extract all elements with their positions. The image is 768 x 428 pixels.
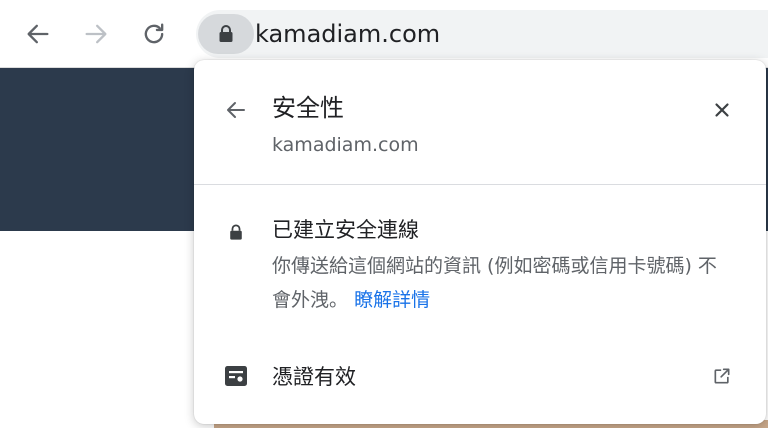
external-link-icon: [710, 364, 734, 388]
browser-toolbar: kamadiam.com: [0, 0, 768, 68]
lock-icon: [219, 25, 233, 42]
certificate-valid-label: 憑證有效: [272, 365, 356, 389]
url-text[interactable]: kamadiam.com: [255, 19, 440, 49]
site-info-button[interactable]: [198, 14, 254, 54]
popup-site-domain: kamadiam.com: [272, 134, 419, 156]
close-icon: [715, 103, 729, 117]
reload-button[interactable]: [138, 18, 170, 50]
secure-connection-description: 你傳送給這個網站的資訊 (例如密碼或信用卡號碼) 不會外洩。 瞭解詳情: [272, 249, 732, 317]
popup-back-button[interactable]: [222, 96, 250, 124]
learn-more-link[interactable]: 瞭解詳情: [354, 289, 430, 311]
popup-divider: [194, 184, 766, 185]
arrow-right-icon: [85, 24, 107, 44]
forward-button[interactable]: [80, 18, 112, 50]
security-popup: 安全性 kamadiam.com 已建立安全連線 你傳送給這個網站的資訊 (例如…: [194, 60, 766, 424]
arrow-left-icon: [227, 102, 245, 118]
popup-title: 安全性: [272, 94, 344, 122]
certificate-icon: [224, 364, 248, 388]
description-text: 你傳送給這個網站的資訊 (例如密碼或信用卡號碼) 不會外洩。: [272, 255, 717, 311]
certificate-row[interactable]: 憑證有效: [194, 348, 766, 404]
arrow-left-icon: [27, 24, 49, 44]
back-button[interactable]: [22, 18, 54, 50]
lock-icon: [224, 220, 248, 244]
reload-icon: [144, 23, 164, 44]
popup-close-button[interactable]: [708, 96, 736, 124]
secure-connection-title: 已建立安全連線: [272, 218, 419, 242]
